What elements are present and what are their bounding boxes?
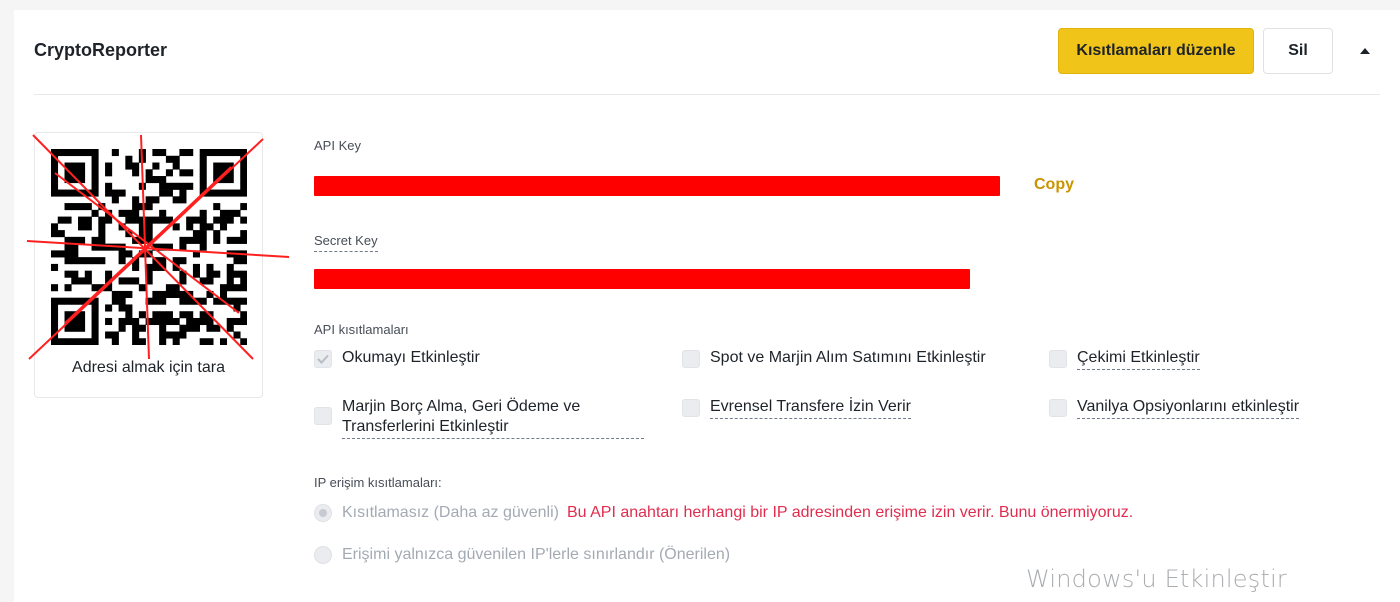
permission-vanilla-options[interactable]: Vanilya Opsiyonlarını etkinleştir (1049, 397, 1300, 419)
edit-restrictions-button[interactable]: Kısıtlamaları düzenle (1058, 28, 1254, 74)
permission-label-line1: Marjin Borç Alma, Geri Ödeme ve (342, 398, 581, 415)
caret-up-icon[interactable] (1354, 40, 1376, 62)
checkbox[interactable] (1049, 399, 1067, 417)
permission-spot-margin-trading[interactable]: Spot ve Marjin Alım Satımını Etkinleştir (682, 348, 986, 368)
permission-label-multiline: Marjin Borç Alma, Geri Ödeme ve Transfer… (342, 397, 644, 439)
permission-label: Vanilya Opsiyonlarını etkinleştir (1077, 397, 1300, 419)
check-icon (317, 354, 329, 364)
api-key-card: CryptoReporter Kısıtlamaları düzenle Sil… (14, 10, 1400, 602)
permission-label: Okumayı Etkinleştir (342, 349, 480, 366)
permission-label: Çekimi Etkinleştir (1077, 348, 1200, 370)
ip-access-label: IP erişim kısıtlamaları: (314, 475, 442, 490)
permission-enable-reading[interactable]: Okumayı Etkinleştir (314, 348, 480, 368)
permission-withdrawals[interactable]: Çekimi Etkinleştir (1049, 348, 1200, 370)
permission-label: Spot ve Marjin Alım Satımını Etkinleştir (710, 349, 986, 366)
ip-option-trusted-only[interactable]: Erişimi yalnızca güvenilen IP'lerle sını… (314, 546, 730, 564)
permission-label: Evrensel Transfere İzin Verir (710, 397, 911, 419)
radio-selected[interactable] (314, 504, 332, 522)
ip-warning-text: Bu API anahtarı herhangi bir IP adresind… (566, 504, 1134, 521)
checkbox[interactable] (682, 399, 700, 417)
qr-caption: Adresi almak için tara (72, 359, 225, 376)
api-restrictions-label: API kısıtlamaları (314, 322, 409, 337)
permission-label-line2: Transferlerini Etkinleştir (342, 417, 644, 439)
qr-code-panel: Adresi almak için tara (26, 132, 290, 398)
ip-option-unrestricted[interactable]: Kısıtlamasız (Daha az güvenli) Bu API an… (314, 504, 1133, 522)
ip-option-label: Kısıtlamasız (Daha az güvenli) (342, 504, 559, 521)
permission-universal-transfer[interactable]: Evrensel Transfere İzin Verir (682, 397, 911, 419)
checkbox[interactable] (682, 350, 700, 368)
api-key-name: CryptoReporter (34, 40, 168, 60)
checkbox[interactable] (314, 407, 332, 425)
radio[interactable] (314, 546, 332, 564)
checkbox-checked[interactable] (314, 350, 332, 368)
copy-api-key-link[interactable]: Copy (1034, 176, 1074, 194)
qr-code-image (51, 149, 247, 345)
api-key-value-redacted (314, 176, 1000, 196)
delete-button[interactable]: Sil (1263, 28, 1333, 74)
permission-margin-borrow-repay-transfer[interactable]: Marjin Borç Alma, Geri Ödeme ve Transfer… (314, 397, 644, 439)
ip-option-label: Erişimi yalnızca güvenilen IP'lerle sını… (342, 546, 731, 563)
checkbox[interactable] (1049, 350, 1067, 368)
header-divider (34, 94, 1380, 95)
radio-dot (319, 509, 327, 517)
windows-activation-watermark: Windows'u Etkinleştir (1026, 565, 1288, 593)
api-key-label: API Key (314, 138, 361, 153)
secret-key-value-redacted (314, 269, 970, 289)
secret-key-label: Secret Key (314, 233, 378, 252)
